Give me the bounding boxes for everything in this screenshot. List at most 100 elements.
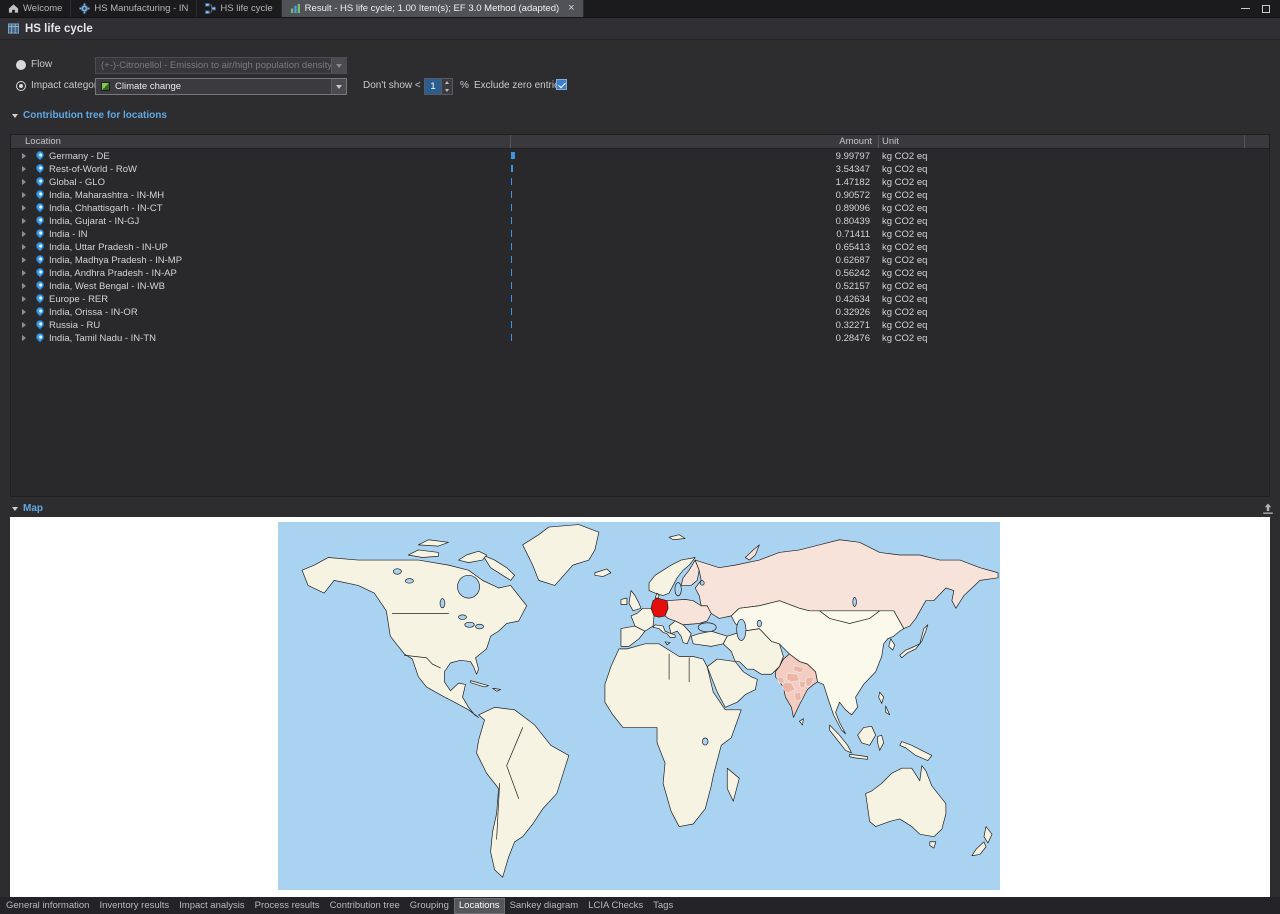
location-pin-icon (34, 227, 45, 238)
expand-icon[interactable] (22, 192, 26, 198)
tree-section-title: Contribution tree for locations (23, 110, 167, 121)
collapse-icon[interactable] (12, 507, 18, 511)
page-title: HS life cycle (25, 23, 93, 35)
tab-label: Welcome (23, 3, 62, 14)
tab-welcome[interactable]: Welcome (0, 0, 71, 17)
contribution-tree-table: Location Amount Unit Germany - DE9.99797… (10, 134, 1270, 497)
expand-icon[interactable] (22, 335, 26, 341)
tree-row[interactable]: India, Maharashtra - IN-MH0.90572kg CO2 … (11, 188, 1269, 201)
tab-process-results[interactable]: Process results (251, 899, 324, 913)
location-pin-icon (34, 292, 45, 303)
flow-select: (+-)-Citronellol - Emission to air/high … (95, 57, 347, 74)
black-sea (698, 623, 716, 632)
expand-icon[interactable] (22, 283, 26, 289)
collapse-icon[interactable] (12, 114, 18, 118)
tab-inventory-results[interactable]: Inventory results (95, 899, 173, 913)
location-pin-icon (34, 253, 45, 264)
expand-icon[interactable] (22, 218, 26, 224)
tab-impact-analysis[interactable]: Impact analysis (175, 899, 248, 913)
minimize-icon[interactable] (1241, 8, 1250, 9)
location-pin-icon (34, 240, 45, 251)
expand-icon[interactable] (22, 296, 26, 302)
window-controls (1241, 0, 1280, 17)
cutoff-value[interactable]: 1 (425, 79, 441, 94)
tree-row[interactable]: Global - GLO1.47182kg CO2 eq (11, 175, 1269, 188)
tree-section-header[interactable]: Contribution tree for locations (12, 110, 167, 121)
column-location[interactable]: Location (25, 136, 61, 147)
tree-row[interactable]: India, Gujarat - IN-GJ0.80439kg CO2 eq (11, 214, 1269, 227)
tab-result[interactable]: Result - HS life cycle; 1.00 Item(s); EF… (282, 0, 584, 17)
tab-hs-manufacturing[interactable]: HS Manufacturing - IN (71, 0, 197, 17)
impact-category-arrow[interactable] (331, 79, 346, 94)
tree-row[interactable]: India - IN0.71411kg CO2 eq (11, 227, 1269, 240)
expand-icon[interactable] (22, 309, 26, 315)
tree-row[interactable]: India, Orissa - IN-OR0.32926kg CO2 eq (11, 305, 1269, 318)
column-amount[interactable]: Amount (510, 136, 872, 147)
expand-icon[interactable] (22, 322, 26, 328)
location-pin-icon (34, 214, 45, 225)
tree-row[interactable]: India, Uttar Pradesh - IN-UP0.65413kg CO… (11, 240, 1269, 253)
column-unit[interactable]: Unit (882, 136, 899, 147)
table-header[interactable]: Location Amount Unit (11, 135, 1269, 149)
maximize-icon[interactable] (1262, 5, 1270, 13)
close-tab-icon[interactable]: × (568, 3, 574, 14)
tree-row[interactable]: Germany - DE9.99797kg CO2 eq (11, 149, 1269, 162)
impact-category-icon (101, 82, 110, 91)
tree-row[interactable]: Russia - RU0.32271kg CO2 eq (11, 318, 1269, 331)
tree-row[interactable]: Rest-of-World - RoW3.54347kg CO2 eq (11, 162, 1269, 175)
location-pin-icon (34, 331, 45, 342)
expand-icon[interactable] (22, 153, 26, 159)
flow-radio[interactable] (16, 60, 26, 70)
product-system-icon (205, 3, 216, 14)
impact-category-label: Impact category (31, 80, 102, 91)
flow-select-arrow (331, 58, 346, 73)
tree-row[interactable]: India, West Bengal - IN-WB0.52157kg CO2 … (11, 279, 1269, 292)
map-section-header[interactable]: Map (12, 503, 43, 514)
tab-label: HS life cycle (220, 3, 272, 14)
cutoff-spinner[interactable]: 1 (424, 78, 453, 95)
tree-row[interactable]: Europe - RER0.42634kg CO2 eq (11, 292, 1269, 305)
expand-icon[interactable] (22, 244, 26, 250)
tab-hs-life-cycle[interactable]: HS life cycle (197, 0, 281, 17)
tree-row[interactable]: India, Madhya Pradesh - IN-MP0.62687kg C… (11, 253, 1269, 266)
map-panel (10, 517, 1270, 897)
world-map[interactable] (278, 522, 1000, 890)
location-pin-icon (34, 279, 45, 290)
editor-header: HS life cycle (0, 18, 1280, 40)
exclude-zero-checkbox[interactable] (556, 79, 567, 90)
expand-icon[interactable] (22, 231, 26, 237)
spinner-down-icon[interactable] (442, 87, 452, 95)
impact-category-radio[interactable] (16, 81, 26, 91)
tab-locations[interactable]: Locations (455, 899, 504, 913)
home-icon (8, 3, 19, 14)
tab-tags[interactable]: Tags (649, 899, 677, 913)
tree-row[interactable]: India, Chhattisgarh - IN-CT0.89096kg CO2… (11, 201, 1269, 214)
hudson-bay (458, 575, 480, 598)
tree-row[interactable]: India, Andhra Pradesh - IN-AP0.56242kg C… (11, 266, 1269, 279)
flow-label: Flow (31, 59, 52, 70)
location-pin-icon (34, 318, 45, 329)
tab-contribution-tree[interactable]: Contribution tree (326, 899, 404, 913)
export-map-icon[interactable] (1262, 503, 1274, 515)
expand-icon[interactable] (22, 179, 26, 185)
tab-lcia-checks[interactable]: LCIA Checks (584, 899, 647, 913)
spinner-up-icon[interactable] (442, 79, 452, 87)
ireland (621, 598, 627, 604)
tab-general-information[interactable]: General information (2, 899, 93, 913)
expand-icon[interactable] (22, 205, 26, 211)
expand-icon[interactable] (22, 270, 26, 276)
expand-icon[interactable] (22, 257, 26, 263)
location-pin-icon (34, 266, 45, 277)
tab-grouping[interactable]: Grouping (406, 899, 453, 913)
baltic-sea (675, 583, 681, 596)
tree-row[interactable]: India, Tamil Nadu - IN-TN0.28476kg CO2 e… (11, 331, 1269, 344)
location-pin-icon (34, 149, 45, 160)
flow-select-value: (+-)-Citronellol - Emission to air/high … (101, 60, 332, 71)
expand-icon[interactable] (22, 166, 26, 172)
tab-sankey-diagram[interactable]: Sankey diagram (506, 899, 583, 913)
percent-label: % (460, 80, 469, 91)
impact-category-select[interactable]: Climate change (95, 78, 347, 95)
location-pin-icon (34, 188, 45, 199)
location-pin-icon (34, 305, 45, 316)
impact-category-value: Climate change (115, 81, 181, 92)
